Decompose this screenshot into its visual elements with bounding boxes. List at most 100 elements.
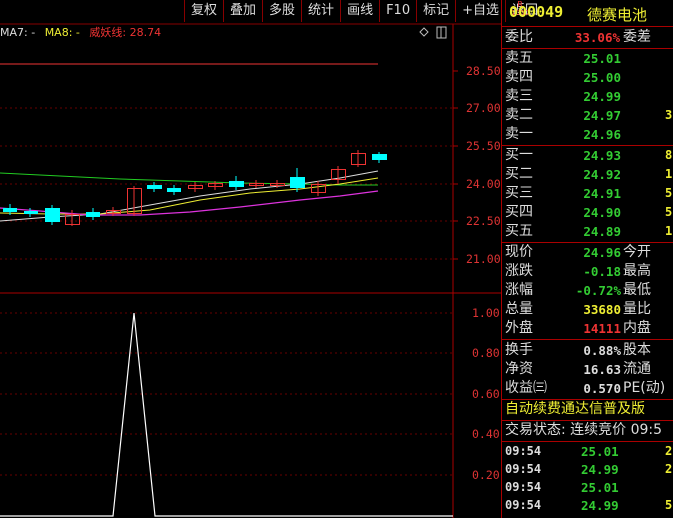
- quote-label-right: 今开: [623, 244, 651, 260]
- price-axis-label: 22.50: [466, 214, 501, 228]
- stat-label: 收益㈢: [505, 380, 547, 396]
- ask-price: 24.97: [583, 108, 621, 123]
- price-axis-label: 27.00: [466, 101, 501, 115]
- tick-time: 09:54: [505, 444, 542, 458]
- order-diff-label: 委差: [623, 29, 651, 45]
- ask-price: 25.00: [583, 70, 621, 85]
- quote-row: 总量 33680 量比: [501, 300, 673, 319]
- chart-toolbar: 复权 叠加 多股 统计 画线 F10 标记 +自选 返回: [184, 0, 544, 24]
- quote-label: 总量: [505, 301, 533, 317]
- quote-label: 现价: [505, 244, 533, 260]
- ask-row: 卖二 24.97 3: [501, 106, 673, 125]
- bid-row: 买四 24.90 5: [501, 203, 673, 222]
- tick-time: 09:54: [505, 462, 542, 476]
- toolbar-button-mark[interactable]: 标记: [416, 0, 455, 22]
- toolbar-button-restore-rights[interactable]: 复权: [184, 0, 223, 22]
- stat-label-right: PE(动): [623, 380, 666, 396]
- ask-row: 卖五 25.01: [501, 49, 673, 68]
- stat-label: 净资: [505, 361, 533, 377]
- legend-special-line: 威妖线: 28.74: [89, 26, 162, 39]
- bid-price: 24.89: [583, 224, 621, 239]
- order-ratio-value: 33.06%: [574, 30, 620, 45]
- toolbar-button-f10[interactable]: F10: [379, 0, 416, 22]
- stat-row: 净资 16.63 流通: [501, 360, 673, 379]
- bid-row: 买五 24.89 1: [501, 222, 673, 241]
- quote-label-right: 内盘: [623, 320, 651, 336]
- tick-time: 09:54: [505, 498, 542, 512]
- ask-row: 卖四 25.00: [501, 68, 673, 87]
- quote-value: 24.96: [583, 245, 621, 260]
- bid-label: 买三: [505, 185, 533, 201]
- indicator-axis-label: 1.00: [472, 306, 500, 320]
- bid-price: 24.90: [583, 205, 621, 220]
- bid-price: 24.93: [583, 148, 621, 163]
- quote-label-right: 最低: [623, 282, 651, 298]
- bid-volume: 8: [665, 148, 673, 162]
- quote-row: 现价 24.96 今开: [501, 243, 673, 262]
- tick-row: 09:54 24.99 2: [501, 460, 673, 479]
- quote-label: 涨跌: [505, 263, 533, 279]
- subscription-ad-link[interactable]: 自动续费通达信普及版: [501, 400, 673, 419]
- tick-volume: 2: [665, 462, 673, 476]
- price-axis-label: 25.50: [466, 139, 501, 153]
- stat-label-right: 流通: [623, 361, 651, 377]
- indicator-axis-label: 0.40: [472, 427, 500, 441]
- quote-label: 外盘: [505, 320, 533, 336]
- bid-volume: 1: [665, 167, 673, 181]
- stat-label: 换手: [505, 342, 533, 358]
- order-ratio-label: 委比: [505, 29, 533, 45]
- legend-ma7: MA7: -: [0, 26, 36, 39]
- bid-price: 24.92: [583, 167, 621, 182]
- ask-row: 卖三 24.99: [501, 87, 673, 106]
- ask-label: 卖一: [505, 126, 533, 142]
- indicator-axis-label: 0.20: [472, 468, 500, 482]
- ask-price: 24.99: [583, 89, 621, 104]
- ask-price: 24.96: [583, 127, 621, 142]
- bid-row: 买三 24.91 5: [501, 184, 673, 203]
- tick-price: 25.01: [581, 444, 619, 459]
- bid-volume: 1: [665, 224, 673, 238]
- ask-price: 25.01: [583, 51, 621, 66]
- bid-label: 买二: [505, 166, 533, 182]
- toolbar-button-multi-stock[interactable]: 多股: [262, 0, 301, 22]
- stat-label-right: 股本: [623, 342, 651, 358]
- tick-price: 24.99: [581, 462, 619, 477]
- tick-time: 09:54: [505, 480, 542, 494]
- tick-price: 24.99: [581, 498, 619, 513]
- toolbar-button-overlay[interactable]: 叠加: [223, 0, 262, 22]
- stat-value: 0.88%: [583, 343, 621, 358]
- stat-row: 收益㈢ 0.570 PE(动): [501, 379, 673, 398]
- ask-label: 卖五: [505, 50, 533, 66]
- price-axis-label: 24.00: [466, 177, 501, 191]
- bid-row: 买一 24.93 8: [501, 146, 673, 165]
- tick-volume: 5: [665, 498, 673, 512]
- ask-row: 卖一 24.96: [501, 125, 673, 144]
- quote-value: 14111: [583, 321, 621, 336]
- toolbar-button-draw-line[interactable]: 画线: [340, 0, 379, 22]
- price-axis-label: 21.00: [466, 252, 501, 266]
- kline-chart[interactable]: [0, 0, 501, 518]
- price-axis-label: 28.50: [466, 64, 501, 78]
- indicator-legend: MA7: - MA8: - 威妖线: 28.74: [0, 24, 167, 40]
- tick-volume: 2: [665, 444, 673, 458]
- quote-row: 涨幅 -0.72% 最低: [501, 281, 673, 300]
- quote-value: -0.18: [583, 264, 621, 279]
- bid-volume: 5: [665, 205, 673, 219]
- stat-row: 换手 0.88% 股本: [501, 341, 673, 360]
- quote-row: 涨跌 -0.18 最高: [501, 262, 673, 281]
- stat-value: 16.63: [583, 362, 621, 377]
- quote-value: -0.72%: [575, 283, 621, 298]
- quote-label: 涨幅: [505, 282, 533, 298]
- stock-name: 德赛电池: [587, 6, 648, 24]
- stock-code: 000049: [509, 3, 564, 21]
- toolbar-button-statistics[interactable]: 统计: [301, 0, 340, 22]
- tick-row: 09:54 24.99 5: [501, 496, 673, 515]
- toolbar-button-add-watchlist[interactable]: +自选: [455, 0, 505, 22]
- bid-label: 买一: [505, 147, 533, 163]
- indicator-axis-label: 0.80: [472, 346, 500, 360]
- indicator-axis-label: 0.60: [472, 387, 500, 401]
- ask-label: 卖三: [505, 88, 533, 104]
- tick-price: 25.01: [581, 480, 619, 495]
- ask-volume: 3: [665, 108, 673, 122]
- tick-row: 09:54 25.01 2: [501, 442, 673, 461]
